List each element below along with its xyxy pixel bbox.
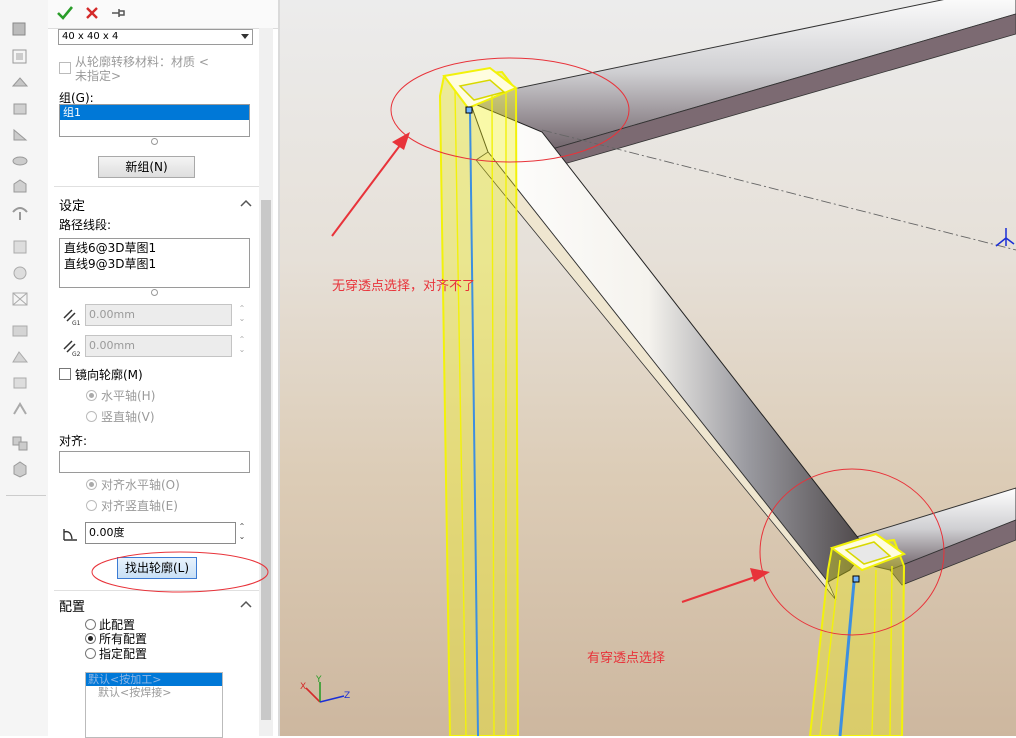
mirror-profile-checkbox[interactable] (59, 368, 71, 380)
rotation-angle-input[interactable]: 0.00度 (85, 522, 236, 544)
mirror-horizontal-label: 水平轴(H) (101, 389, 156, 403)
path-segment-item[interactable]: 直线6@3D草图1 (60, 239, 249, 256)
diagonal-beam[interactable] (469, 101, 867, 601)
triad-x-label: X (300, 682, 306, 692)
weld-bead-icon[interactable] (10, 152, 30, 170)
g2-gap-input[interactable]: 0.00mm (85, 335, 232, 357)
fillet-icon[interactable] (10, 290, 30, 308)
reference-geometry-icon[interactable] (10, 374, 30, 392)
collapse-section-icon[interactable] (240, 600, 252, 608)
resize-handle[interactable] (151, 289, 158, 296)
gap-g2-icon: G2 (63, 340, 81, 357)
extruded-cut-icon[interactable] (10, 204, 30, 222)
groups-list-item[interactable]: 组1 (60, 105, 249, 120)
profile-size-value: 40 x 40 x 4 (62, 31, 119, 42)
align-horizontal-label: 对齐水平轴(O) (101, 478, 180, 492)
hole-wizard-icon[interactable] (10, 238, 30, 256)
panel-scrollbar-thumb[interactable] (261, 200, 271, 720)
this-config-radio[interactable] (85, 619, 96, 630)
section-divider (54, 186, 259, 187)
path-segment-item[interactable]: 直线9@3D草图1 (60, 256, 249, 272)
g1-spinner[interactable]: ⌃ ⌄ (236, 304, 248, 324)
rotation-angle-icon (63, 529, 77, 541)
config-list-item[interactable]: 默认<按焊接> (86, 686, 222, 700)
specify-config-radio[interactable] (85, 648, 96, 659)
config-list[interactable]: 默认<按加工> 默认<按焊接> (85, 672, 223, 738)
align-vertical-label: 对齐竖直轴(E) (101, 499, 178, 513)
chamfer-icon[interactable] (10, 264, 30, 282)
solid-body-icon[interactable] (10, 460, 30, 478)
transfer-material-label-2: 未指定> (75, 69, 122, 83)
all-config-radio[interactable] (85, 633, 96, 644)
check-icon[interactable] (56, 5, 74, 21)
annotation-arrow-top (331, 132, 410, 237)
align-vertical-radio[interactable] (86, 500, 97, 511)
triad-y-label: Y (315, 675, 322, 685)
mirror-vertical-radio[interactable] (86, 411, 97, 422)
g2-tag: G2 (72, 351, 81, 357)
end-cap-icon[interactable] (10, 100, 30, 118)
weldment-icon[interactable] (10, 20, 30, 38)
collapse-section-icon[interactable] (240, 199, 252, 207)
configuration-section-title: 配置 (59, 600, 86, 615)
g2-spinner[interactable]: ⌃ ⌄ (236, 335, 248, 355)
groups-list[interactable]: 组1 (59, 104, 250, 137)
angle-spinner[interactable]: ⌃ ⌄ (236, 522, 248, 542)
mirror-vertical-label: 竖直轴(V) (101, 410, 155, 424)
transfer-material-checkbox[interactable] (59, 62, 71, 74)
annotation-text-bottom: 有穿透点选择 (587, 651, 666, 666)
profile-size-select[interactable]: 40 x 40 x 4 (58, 29, 253, 45)
g1-tag: G1 (72, 320, 81, 326)
pierce-point-marker[interactable] (465, 106, 473, 114)
path-segments-list[interactable]: 直线6@3D草图1 直线9@3D草图1 (59, 238, 250, 288)
locate-profile-button[interactable]: 找出轮廓(L) (117, 557, 197, 579)
specify-config-label: 指定配置 (99, 647, 148, 661)
extruded-boss-icon[interactable] (10, 178, 30, 196)
mirror-icon[interactable] (10, 400, 30, 418)
g1-gap-input[interactable]: 0.00mm (85, 304, 232, 326)
command-toolstrip (0, 0, 49, 736)
settings-section-title: 设定 (59, 199, 86, 214)
align-selection-box[interactable] (59, 451, 250, 473)
pushpin-icon[interactable] (110, 5, 126, 21)
resize-handle[interactable] (151, 138, 158, 145)
align-label: 对齐: (59, 434, 88, 448)
linear-pattern-icon[interactable] (10, 434, 30, 452)
new-group-button[interactable]: 新组(N) (98, 156, 195, 178)
gap-g1-icon: G1 (63, 309, 81, 326)
mirror-horizontal-radio[interactable] (86, 390, 97, 401)
pierce-point-marker[interactable] (852, 575, 860, 583)
gusset-icon[interactable] (10, 126, 30, 144)
sketch-origin-triad (995, 228, 1015, 247)
graphics-viewport[interactable]: X Y Z 无穿透点选择，对齐不了 有穿透点选择 (280, 0, 1016, 736)
cut-list-icon[interactable] (10, 322, 30, 340)
coordinate-triad[interactable]: X Y Z (298, 674, 354, 714)
close-icon[interactable] (84, 5, 100, 21)
structural-member-icon[interactable] (10, 48, 30, 66)
annotation-arrow-bottom (681, 568, 770, 603)
path-segments-label: 路径线段: (59, 218, 112, 232)
sketch-icon[interactable] (10, 348, 30, 366)
chevron-down-icon (241, 34, 249, 39)
frame-model (331, 0, 1016, 736)
trim-extend-icon[interactable] (10, 74, 30, 92)
left-column-highlighted[interactable] (438, 66, 520, 736)
top-back-beam[interactable] (468, 0, 1016, 165)
structural-member-property-manager: 40 x 40 x 4 从轮廓转移材料：材质 < 未指定> 组(G): 组1 新… (48, 0, 278, 738)
toolstrip-divider (6, 495, 46, 496)
config-list-item[interactable]: 默认<按加工> (86, 673, 222, 686)
property-manager-toolbar (48, 0, 278, 29)
triad-z-label: Z (344, 691, 350, 701)
mirror-profile-label: 镜向轮廓(M) (75, 368, 143, 382)
align-horizontal-radio[interactable] (86, 479, 97, 490)
section-divider (54, 590, 259, 591)
annotation-text-top: 无穿透点选择，对齐不了 (332, 279, 476, 294)
